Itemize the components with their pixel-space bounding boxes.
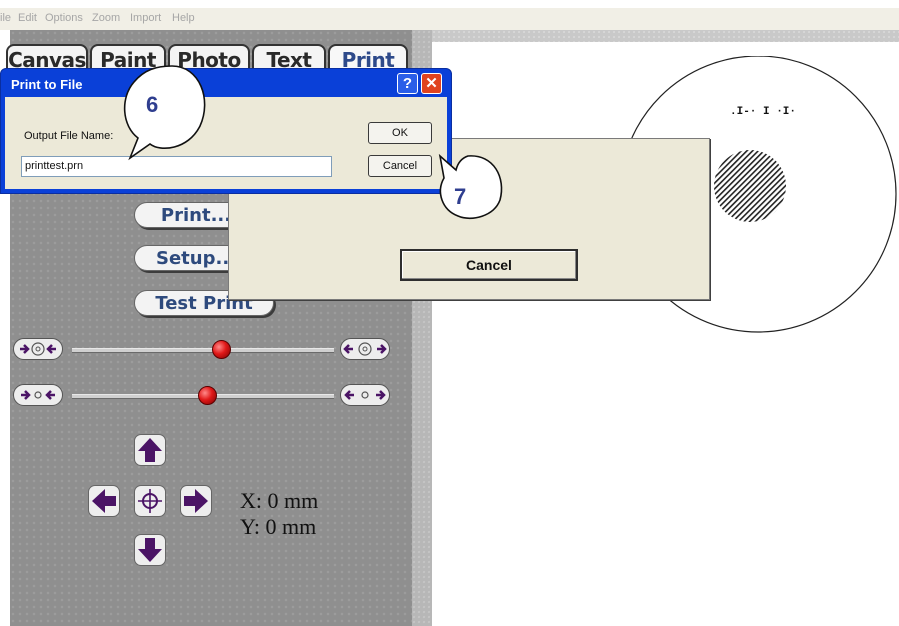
callout-7-bubble [438, 153, 503, 220]
callout-7-label: 7 [454, 184, 467, 209]
callout-6-bubble [123, 65, 206, 161]
callout-overlay [123, 65, 503, 220]
callout-6-label: 6 [146, 92, 159, 117]
